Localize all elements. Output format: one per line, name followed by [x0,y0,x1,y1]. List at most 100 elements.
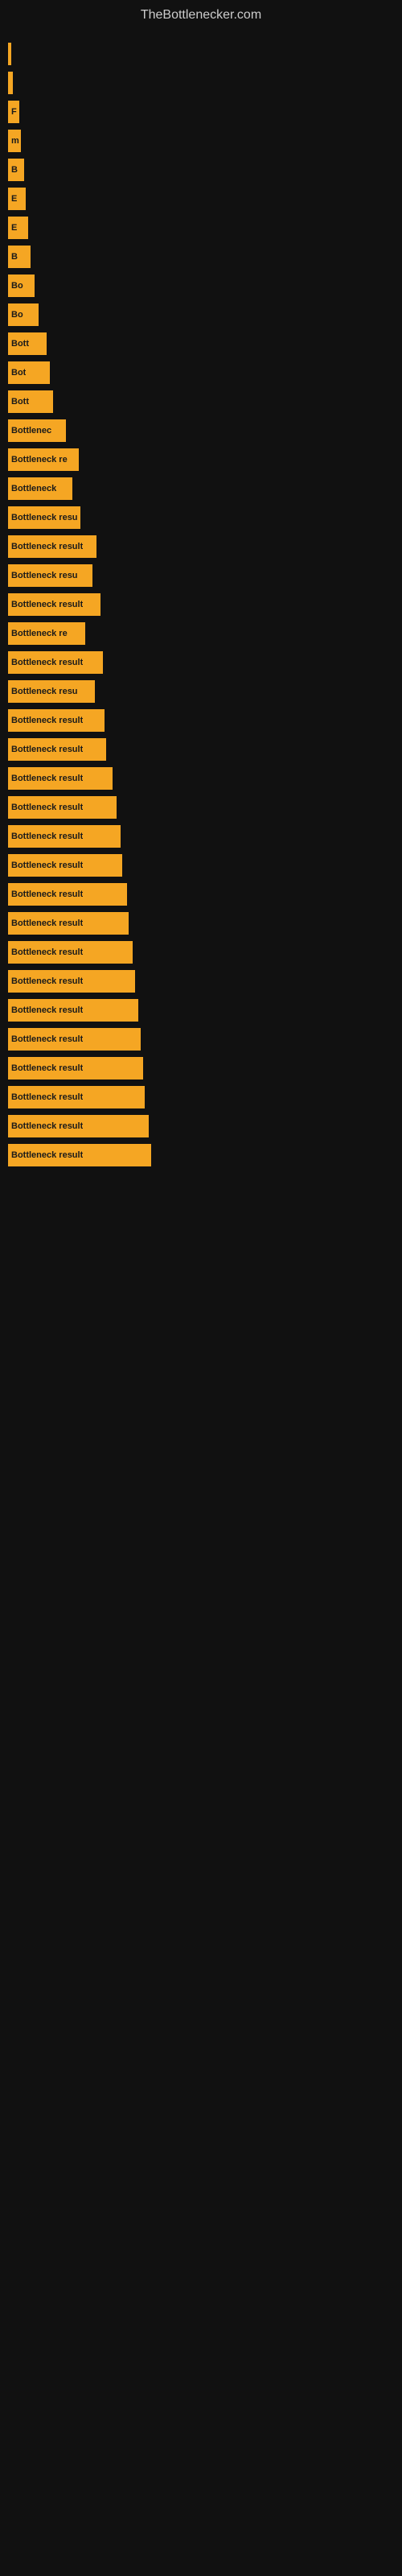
bar: Bottleneck result [8,883,127,906]
bar: Bo [8,303,39,326]
bar-label: Bottleneck result [11,542,83,551]
bar-row: B [8,246,402,268]
bar: Bott [8,332,47,355]
bar-label: E [11,194,17,204]
bar-row: B [8,159,402,181]
bar: Bottleneck result [8,767,113,790]
bar-row [8,72,402,94]
bar-row: Bottleneck result [8,825,402,848]
bar: Bot [8,361,50,384]
bar: Bottleneck re [8,448,79,471]
bar-label: Bottleneck resu [11,571,78,580]
bar-row: Bottleneck result [8,941,402,964]
bar-label: Bottleneck result [11,1034,83,1044]
bar-row: Bottleneck result [8,535,402,558]
bar-row: Bottleneck resu [8,564,402,587]
bar-label: B [11,252,18,262]
bar-label: Bottleneck resu [11,513,78,522]
bar-row: Bottleneck result [8,1028,402,1051]
bar: Bottleneck result [8,970,135,993]
bar-label: Bottleneck result [11,716,83,725]
bar-label: Bottleneck result [11,947,83,957]
bar-label: Bo [11,310,23,320]
bar-label: Bottleneck result [11,1121,83,1131]
bar-row: Bottleneck result [8,999,402,1022]
bar: Bottleneck result [8,1115,149,1137]
bar-label: Bottleneck result [11,919,83,928]
bar-label: Bottleneck result [11,600,83,609]
bar-row: Bottleneck resu [8,680,402,703]
bar: Bottleneck result [8,593,100,616]
bar-label: Bottleneck result [11,1005,83,1015]
bar-row: Bottleneck result [8,1086,402,1108]
bar-row: Bottleneck [8,477,402,500]
bar: Bottleneck result [8,738,106,761]
bar-row: Bo [8,303,402,326]
bar: E [8,217,28,239]
bar-row [8,43,402,65]
bar: Bottleneck result [8,1144,151,1166]
site-title: TheBottlenecker.com [0,0,402,27]
bar: B [8,246,31,268]
bar-row: Bott [8,390,402,413]
bar: Bottleneck result [8,1028,141,1051]
bar: Bottleneck result [8,1057,143,1080]
bar-label: Bottleneck result [11,745,83,754]
bar-row: Bottleneck result [8,1115,402,1137]
bar: Bottleneck result [8,535,96,558]
bar-label: Bottleneck result [11,861,83,870]
bars-container: Fm B E E B Bo Bo Bott Bot Bott Bottlenec Bottleneck… [0,27,402,1173]
bar-row: Bottlenec [8,419,402,442]
bar [8,43,11,65]
bar: m [8,130,21,152]
bar: Bottleneck result [8,651,103,674]
bar-label: Bottleneck result [11,832,83,841]
bar-label: E [11,223,17,233]
bar-label: m [11,136,19,146]
bar-label: Bottleneck resu [11,687,78,696]
bar-row: Bottleneck result [8,1057,402,1080]
bar-row: Bottleneck result [8,796,402,819]
bar: Bottleneck result [8,825,121,848]
bar-row: Bottleneck result [8,912,402,935]
bar-row: Bottleneck result [8,651,402,674]
bar-label: Bottleneck result [11,1092,83,1102]
bar-row: Bottleneck result [8,970,402,993]
bar-label: F [11,107,17,117]
bar: B [8,159,24,181]
bar-label: Bottleneck [11,484,56,493]
bar-label: Bottleneck result [11,774,83,783]
bar: Bottleneck result [8,796,117,819]
bar-label: Bottleneck re [11,629,68,638]
bar: Bottleneck result [8,854,122,877]
bar-row: Bottleneck result [8,738,402,761]
bar-label: Bottleneck result [11,1150,83,1160]
bar-label: Bott [11,397,29,407]
bar-row: Bottleneck result [8,854,402,877]
bar-row: E [8,217,402,239]
bar: Bottleneck resu [8,506,80,529]
bar: Bottleneck result [8,999,138,1022]
bar: Bottleneck [8,477,72,500]
bar-label: Bottlenec [11,426,51,436]
bar-row: Bottleneck resu [8,506,402,529]
bar [8,72,13,94]
bar: Bo [8,275,35,297]
bar-row: Bot [8,361,402,384]
bar-row: F [8,101,402,123]
bar-label: Bottleneck result [11,1063,83,1073]
bar-row: Bo [8,275,402,297]
bar: Bott [8,390,53,413]
bar-label: Bottleneck result [11,658,83,667]
bar: F [8,101,19,123]
bar-row: E [8,188,402,210]
bar-label: Bottleneck result [11,976,83,986]
bar-label: Bottleneck re [11,455,68,464]
bar-label: Bottleneck result [11,803,83,812]
bar-label: Bott [11,339,29,349]
bar: Bottleneck result [8,1086,145,1108]
bar-row: Bottleneck result [8,883,402,906]
bar-row: Bottleneck result [8,593,402,616]
bar: Bottleneck result [8,941,133,964]
bar-label: Bottleneck result [11,890,83,899]
